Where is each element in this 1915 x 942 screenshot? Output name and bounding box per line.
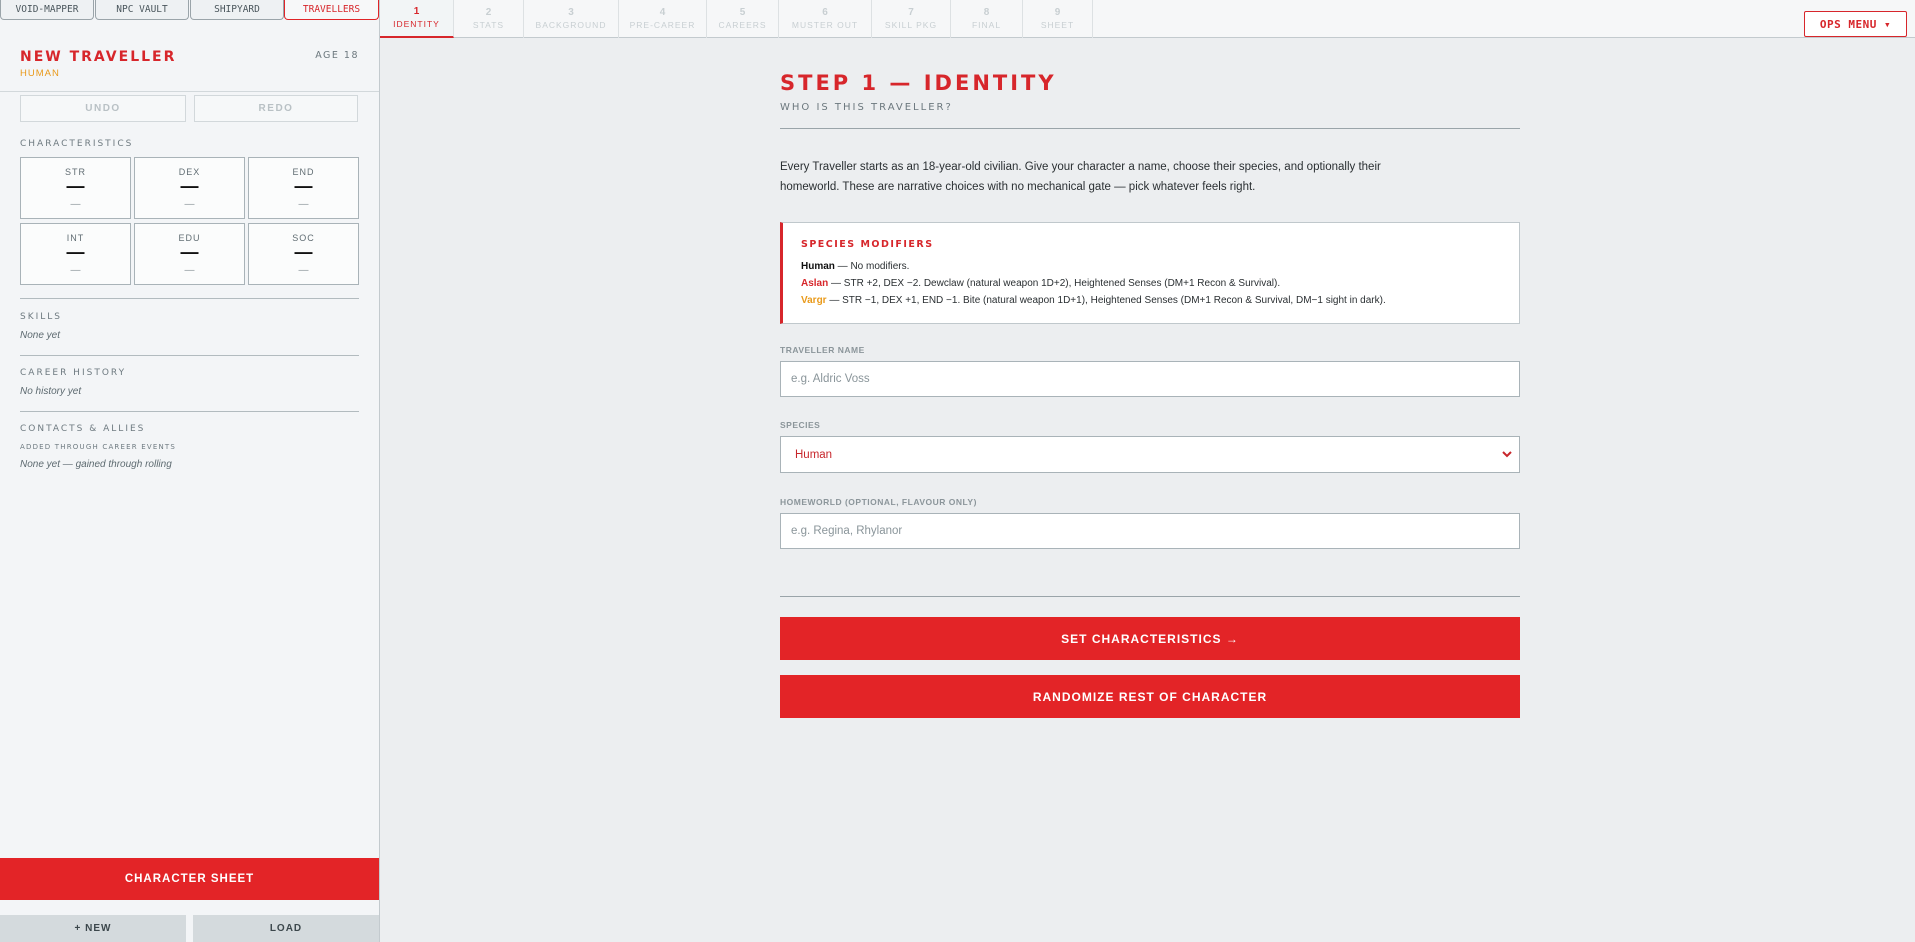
step-tab-skill-pkg[interactable]: 7 SKILL PKG — [872, 0, 951, 38]
undo-button[interactable]: UNDO — [20, 95, 186, 122]
left-panel: VOID-MAPPER NPC VAULT SHIPYARD TRAVELLER… — [0, 0, 380, 942]
step-bar: 1 IDENTITY 2 STATS 3 BACKGROUND 4 PRE-CA… — [380, 0, 1915, 38]
step-tab-final[interactable]: 8 FINAL — [951, 0, 1023, 38]
career-history-empty: No history yet — [20, 386, 82, 397]
step-number: 3 — [568, 7, 574, 18]
app-tabs: VOID-MAPPER NPC VAULT SHIPYARD TRAVELLER… — [0, 0, 380, 20]
traveller-species: HUMAN — [20, 68, 60, 79]
modifier-row-vargr: Vargr — STR −1, DEX +1, END −1. Bite (na… — [801, 295, 1386, 306]
skills-empty: None yet — [20, 330, 61, 341]
characteristics-label: CHARACTERISTICS — [20, 139, 134, 149]
stat-box-int: INT — — — [20, 223, 131, 285]
stat-modifier: — — [184, 199, 195, 210]
stat-modifier: — — [298, 265, 309, 276]
stat-box-dex: DEX — — — [134, 157, 245, 219]
contacts-empty: None yet — gained through rolling — [20, 459, 172, 470]
traveller-name: NEW TRAVELLER — [20, 49, 177, 65]
step-label: CAREERS — [718, 20, 767, 30]
load-traveller-button[interactable]: LOAD — [193, 915, 379, 942]
step-label: PRE-CAREER — [629, 20, 696, 30]
stat-box-edu: EDU — — — [134, 223, 245, 285]
stat-modifier: — — [298, 199, 309, 210]
step-number: 4 — [659, 7, 666, 18]
skills-label: SKILLS — [20, 312, 63, 322]
stat-modifier: — — [70, 199, 81, 210]
step-label: STATS — [472, 20, 505, 30]
divider — [20, 411, 359, 412]
step-label: SKILL PKG — [884, 20, 938, 30]
intro-text: Every Traveller starts as an 18-year-old… — [780, 161, 1381, 193]
step-tab-careers[interactable]: 5 CAREERS — [707, 0, 779, 38]
stat-value: — — [294, 242, 313, 262]
stat-value: — — [294, 176, 313, 196]
stat-box-str: STR — — — [20, 157, 131, 219]
stat-value: — — [180, 176, 199, 196]
step-tab-muster-out[interactable]: 6 MUSTER OUT — [779, 0, 872, 38]
species-name: Aslan — [801, 278, 829, 289]
modifier-text: — STR +2, DEX −2. Dewclaw (natural weapo… — [828, 278, 1281, 289]
stat-modifier: — — [184, 265, 195, 276]
step-label: MUSTER OUT — [791, 20, 859, 30]
species-select[interactable]: Human — [780, 436, 1520, 473]
tab-void-mapper[interactable]: VOID-MAPPER — [0, 0, 94, 20]
randomize-button[interactable]: RANDOMIZE REST OF CHARACTER — [780, 675, 1520, 718]
contacts-note: ADDED THROUGH CAREER EVENTS — [20, 443, 177, 451]
modifier-row-aslan: Aslan — STR +2, DEX −2. Dewclaw (natural… — [801, 278, 1280, 289]
divider — [20, 355, 359, 356]
stat-box-end: END — — — [248, 157, 359, 219]
step-tab-pre-career[interactable]: 4 PRE-CAREER — [619, 0, 707, 38]
traveller-age: AGE 18 — [315, 50, 359, 61]
divider — [20, 298, 359, 299]
traveller-name-input[interactable]: e.g. Aldric Voss — [780, 361, 1520, 397]
step-number: 9 — [1054, 7, 1061, 18]
modifier-row-human: Human — No modifiers. — [801, 261, 909, 272]
character-sheet-button[interactable]: CHARACTER SHEET — [0, 858, 379, 900]
step-tab-background[interactable]: 3 BACKGROUND — [524, 0, 619, 38]
modifier-text: — No modifiers. — [834, 261, 910, 272]
tab-shipyard[interactable]: SHIPYARD — [190, 0, 284, 20]
modifier-text: — STR −1, DEX +1, END −1. Bite (natural … — [826, 295, 1386, 306]
stat-modifier: — — [70, 265, 81, 276]
step-label: SHEET — [1040, 20, 1075, 30]
step-number: 7 — [908, 7, 914, 18]
stat-value: — — [66, 176, 85, 196]
ops-menu-button[interactable]: OPS MENU ▾ — [1804, 11, 1907, 37]
career-history-label: CAREER HISTORY — [20, 368, 127, 378]
step-number: 8 — [983, 7, 990, 18]
step-number: 2 — [485, 7, 492, 18]
stat-box-soc: SOC — — — [248, 223, 359, 285]
traveller-header: NEW TRAVELLER HUMAN AGE 18 — [0, 40, 379, 92]
homeworld-input[interactable]: e.g. Regina, Rhylanor — [780, 513, 1520, 549]
new-traveller-button[interactable]: + NEW — [0, 915, 186, 942]
species-modifiers-panel: SPECIES MODIFIERS Human — No modifiers. … — [780, 222, 1520, 324]
step-number: 5 — [739, 7, 746, 18]
step-tab-identity[interactable]: 1 IDENTITY — [380, 0, 454, 38]
stat-value: — — [66, 242, 85, 262]
species-label: SPECIES — [780, 420, 821, 430]
tab-npc-vault[interactable]: NPC VAULT — [95, 0, 189, 20]
chevron-down-icon — [1502, 451, 1512, 458]
redo-button[interactable]: REDO — [194, 95, 358, 122]
step-tab-sheet[interactable]: 9 SHEET — [1023, 0, 1093, 38]
traveller-name-label: TRAVELLER NAME — [780, 345, 865, 355]
step-label: FINAL — [971, 20, 1002, 30]
modifiers-title: SPECIES MODIFIERS — [801, 239, 934, 250]
species-select-value: Human — [795, 448, 833, 461]
set-characteristics-button[interactable]: SET CHARACTERISTICS → — [780, 617, 1520, 660]
tab-travellers[interactable]: TRAVELLERS — [284, 0, 379, 20]
step-number: 6 — [822, 7, 828, 18]
step-label: BACKGROUND — [535, 20, 607, 30]
page-title: STEP 1 — IDENTITY — [780, 71, 1057, 95]
page-subtitle: WHO IS THIS TRAVELLER? — [780, 102, 953, 113]
homeworld-label: HOMEWORLD (OPTIONAL, FLAVOUR ONLY) — [780, 497, 977, 507]
contacts-label: CONTACTS & ALLIES — [20, 424, 146, 434]
divider — [780, 596, 1520, 597]
step-number: 1 — [413, 6, 420, 17]
stat-value: — — [180, 242, 199, 262]
divider — [780, 128, 1520, 129]
species-name: Human — [801, 261, 835, 272]
step-tab-stats[interactable]: 2 STATS — [454, 0, 524, 38]
species-name: Vargr — [801, 295, 827, 306]
step-label: IDENTITY — [393, 19, 440, 29]
